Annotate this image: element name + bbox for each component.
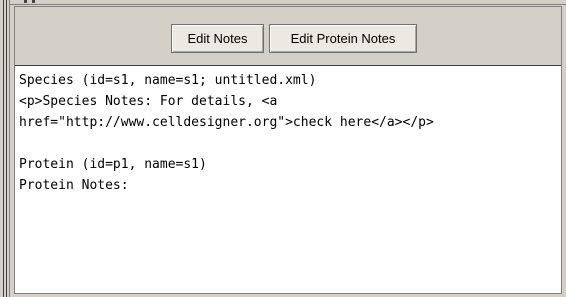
notes-line: Species (id=s1, name=s1; untitled.xml) — [19, 73, 317, 88]
frame-line — [6, 0, 7, 297]
notes-line: <p>Species Notes: For details, <a — [19, 94, 278, 109]
notes-text-area[interactable]: Species (id=s1, name=s1; untitled.xml) <… — [15, 65, 561, 293]
notes-line: Protein Notes: — [19, 178, 129, 193]
edit-notes-button[interactable]: Edit Notes — [171, 24, 264, 53]
notes-line: Protein (id=p1, name=s1) — [19, 157, 207, 172]
frame-line — [3, 0, 4, 297]
edit-protein-notes-button[interactable]: Edit Protein Notes — [269, 24, 417, 53]
top-edge-marks — [24, 0, 54, 4]
notes-line: href="http://www.celldesigner.org">check… — [19, 115, 434, 130]
notes-line — [19, 133, 561, 154]
notes-toolbar: Edit Notes Edit Protein Notes — [15, 7, 561, 65]
window-left-border — [0, 0, 10, 297]
notes-panel: Edit Notes Edit Protein Notes Species (i… — [14, 6, 562, 294]
window-top-edge — [10, 0, 566, 5]
